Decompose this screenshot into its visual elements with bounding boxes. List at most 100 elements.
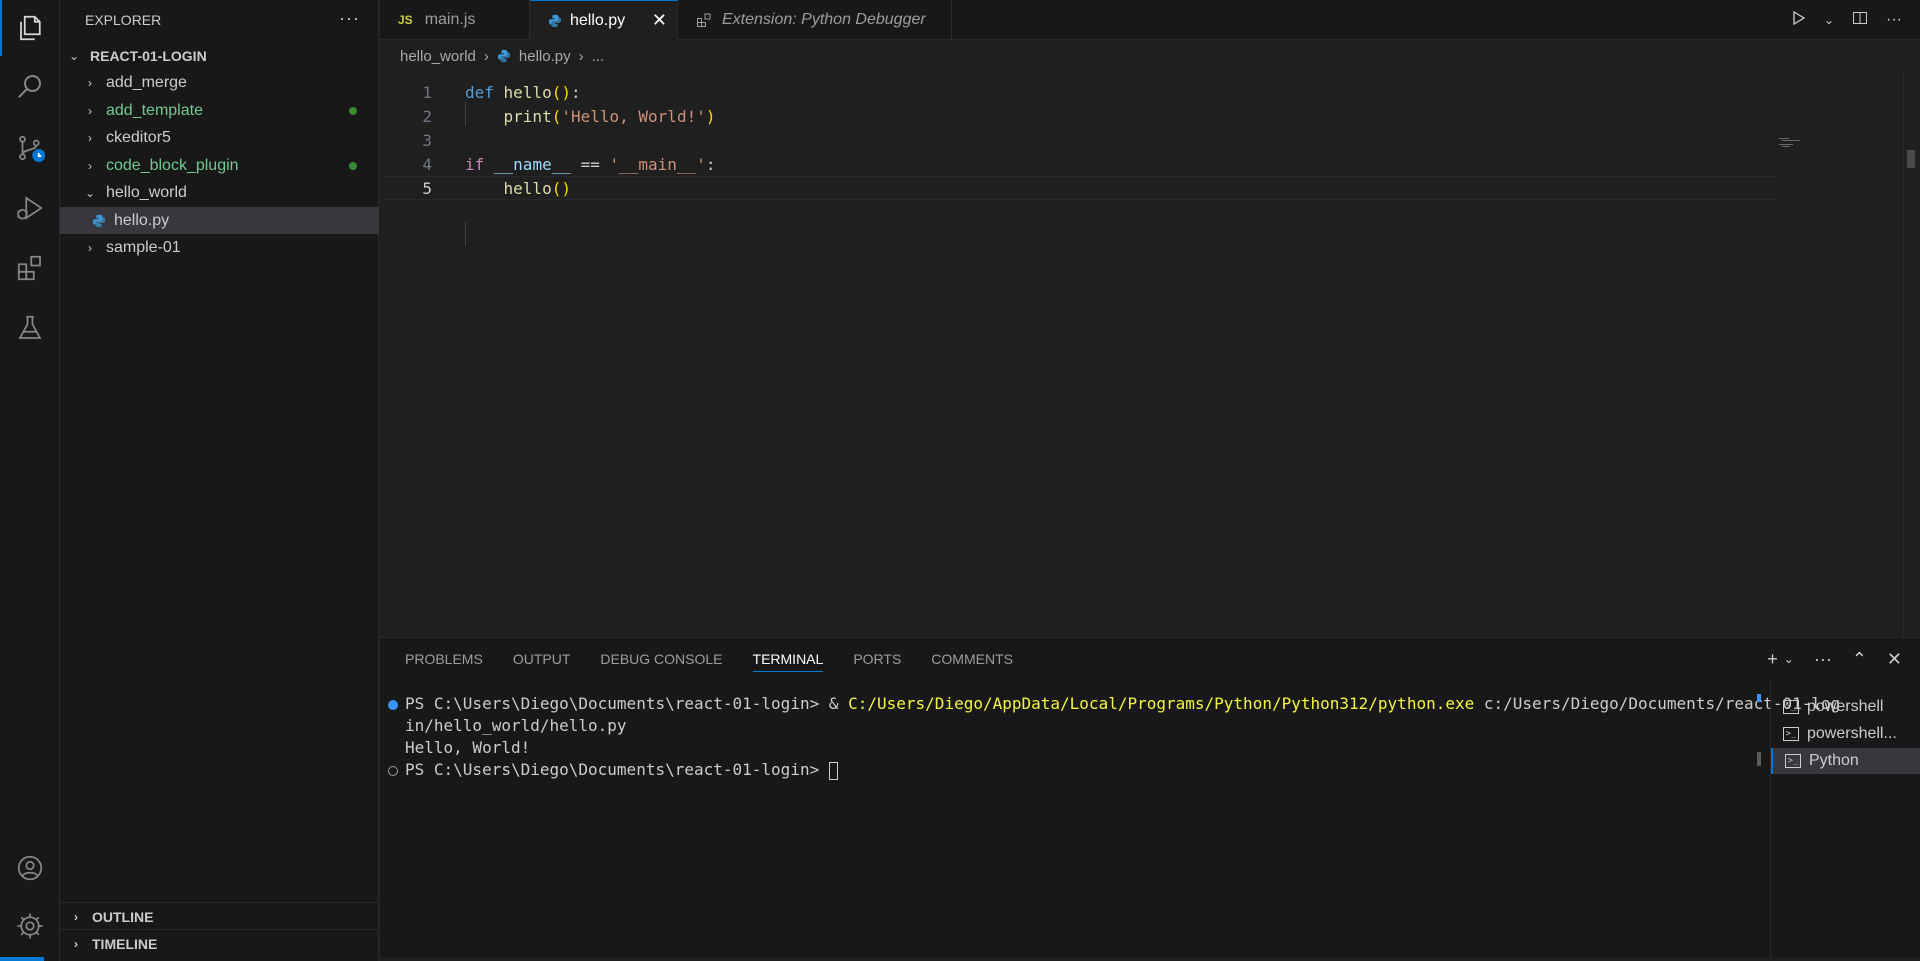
explorer-icon[interactable] — [0, 0, 60, 56]
folder-hello-world[interactable]: ⌄ hello_world — [60, 179, 379, 206]
terminal-scrollbar[interactable] — [1754, 694, 1768, 934]
workspace-root-label: REACT-01-LOGIN — [90, 47, 207, 64]
python-file-icon — [92, 214, 106, 227]
code-line: 4 if __name__ == '__main__': — [380, 152, 1780, 176]
file-label: hello.py — [114, 211, 170, 229]
command-pending-dot[interactable] — [388, 766, 398, 776]
chevron-right-icon: › — [578, 47, 584, 65]
folder-label: ckeditor5 — [106, 128, 171, 146]
terminal-line: PS C:\Users\Diego\Documents\react-01-log… — [405, 694, 1841, 713]
tab-debug-console[interactable]: DEBUG CONSOLE — [600, 651, 722, 667]
code-text: print('Hello, World!') — [503, 106, 716, 126]
folder-label: add_template — [106, 101, 203, 119]
extensions-icon[interactable] — [0, 240, 60, 296]
editor-actions: ⌄ ··· — [1790, 0, 1920, 40]
settings-gear-icon[interactable] — [0, 898, 60, 954]
code-line: 1 def hello(): — [380, 80, 1780, 104]
line-number: 2 — [422, 106, 432, 126]
breadcrumb-file[interactable]: hello.py — [519, 48, 571, 65]
code-line: 2 print('Hello, World!') — [380, 104, 1780, 128]
command-success-dot[interactable] — [388, 700, 398, 710]
chevron-right-icon: › — [88, 130, 92, 145]
activity-bar — [0, 0, 60, 961]
panel-more-actions-icon[interactable]: ··· — [1814, 649, 1832, 670]
terminal-item-powershell[interactable]: >_ powershell — [1771, 694, 1920, 720]
chevron-right-icon: › — [88, 158, 92, 173]
account-icon[interactable] — [0, 840, 60, 896]
code-editor[interactable]: 1 def hello(): 2 print('Hello, World!') … — [380, 70, 1905, 637]
minimap[interactable] — [1779, 138, 1809, 148]
git-modified-dot — [349, 162, 357, 170]
line-number: 5 — [422, 178, 432, 198]
tab-output[interactable]: OUTPUT — [513, 651, 571, 667]
tab-problems[interactable]: PROBLEMS — [405, 651, 483, 667]
tab-label: Extension: Python Debugger — [722, 11, 926, 28]
python-file-icon — [548, 14, 562, 27]
explorer-sidebar: EXPLORER ··· ⌄ REACT-01-LOGIN › add_merg… — [60, 0, 379, 961]
indent-guide — [465, 222, 466, 246]
split-editor-icon[interactable] — [1852, 10, 1868, 31]
folder-sample-01[interactable]: › sample-01 — [60, 234, 379, 261]
close-tab-icon[interactable]: ✕ — [652, 10, 667, 31]
search-icon[interactable] — [0, 58, 60, 114]
panel-actions: + ⌄ ··· ⌃ ✕ — [1767, 638, 1902, 680]
explorer-more-actions-button[interactable]: ··· — [339, 8, 360, 29]
terminal-item-powershell-2[interactable]: >_ powershell... — [1771, 721, 1920, 747]
tab-comments[interactable]: COMMENTS — [931, 651, 1013, 667]
javascript-file-icon: JS — [398, 13, 413, 27]
timeline-label: TIMELINE — [92, 935, 158, 952]
code-line: 3 — [380, 128, 1780, 152]
timeline-section[interactable]: › TIMELINE — [60, 929, 379, 957]
workspace-root[interactable]: ⌄ REACT-01-LOGIN — [60, 42, 379, 69]
chevron-right-icon: › — [483, 47, 489, 65]
line-number: 3 — [422, 130, 432, 150]
terminal-item-label: Python — [1809, 752, 1859, 769]
folder-ckeditor5[interactable]: › ckeditor5 — [60, 124, 379, 151]
maximize-panel-icon[interactable]: ⌃ — [1852, 649, 1867, 670]
explorer-title: EXPLORER — [85, 12, 162, 28]
source-control-icon[interactable] — [0, 120, 60, 176]
tab-hello-py[interactable]: hello.py ✕ — [530, 0, 678, 40]
terminal-dropdown-chevron-icon[interactable]: ⌄ — [1784, 652, 1794, 666]
editor-scrollbar[interactable] — [1903, 70, 1917, 637]
file-hello-py[interactable]: hello.py — [60, 207, 379, 234]
chevron-down-icon: ⌄ — [68, 48, 80, 63]
run-python-file-icon[interactable] — [1790, 10, 1806, 31]
terminal-line: in/hello_world/hello.py — [405, 716, 627, 735]
code-text: def hello(): — [465, 82, 581, 102]
tab-extension-python-debugger[interactable]: Extension: Python Debugger — [678, 0, 952, 40]
breadcrumb-symbols[interactable]: ... — [592, 48, 605, 65]
testing-icon[interactable] — [0, 300, 60, 356]
git-modified-dot — [349, 107, 357, 115]
run-dropdown-chevron-icon[interactable]: ⌄ — [1824, 13, 1834, 27]
tab-terminal[interactable]: TERMINAL — [752, 651, 824, 672]
chevron-right-icon: › — [88, 240, 92, 255]
scrollbar-thumb[interactable] — [1757, 752, 1761, 766]
close-panel-icon[interactable]: ✕ — [1887, 649, 1902, 670]
new-terminal-plus-icon[interactable]: + — [1767, 649, 1778, 670]
breadcrumb-folder[interactable]: hello_world — [400, 48, 476, 65]
folder-label: code_block_plugin — [106, 156, 239, 174]
bottom-panel: PROBLEMS OUTPUT DEBUG CONSOLE TERMINAL P… — [380, 637, 1920, 958]
folder-label: sample-01 — [106, 238, 181, 256]
outline-section[interactable]: › OUTLINE — [60, 902, 379, 930]
python-file-icon — [497, 49, 511, 63]
line-number: 4 — [422, 154, 432, 174]
terminal-cursor — [828, 761, 838, 780]
more-actions-icon[interactable]: ··· — [1886, 11, 1902, 29]
run-debug-icon[interactable] — [0, 180, 60, 236]
terminal-line: Hello, World! — [405, 738, 531, 757]
tab-ports[interactable]: PORTS — [853, 651, 901, 667]
scrollbar-thumb[interactable] — [1907, 150, 1915, 168]
chevron-right-icon: › — [88, 103, 92, 118]
folder-add-merge[interactable]: › add_merge — [60, 69, 379, 96]
chevron-right-icon: › — [74, 909, 78, 924]
outline-label: OUTLINE — [92, 908, 154, 925]
folder-add-template[interactable]: › add_template — [60, 97, 379, 124]
folder-code-block-plugin[interactable]: › code_block_plugin — [60, 152, 379, 179]
tab-main-js[interactable]: JS main.js — [380, 0, 530, 40]
panel-tabs: PROBLEMS OUTPUT DEBUG CONSOLE TERMINAL P… — [405, 638, 1013, 680]
terminal-icon: >_ — [1785, 754, 1801, 768]
terminal-item-python[interactable]: >_ Python — [1771, 748, 1920, 774]
terminal-output[interactable]: PS C:\Users\Diego\Documents\react-01-log… — [380, 694, 1840, 934]
